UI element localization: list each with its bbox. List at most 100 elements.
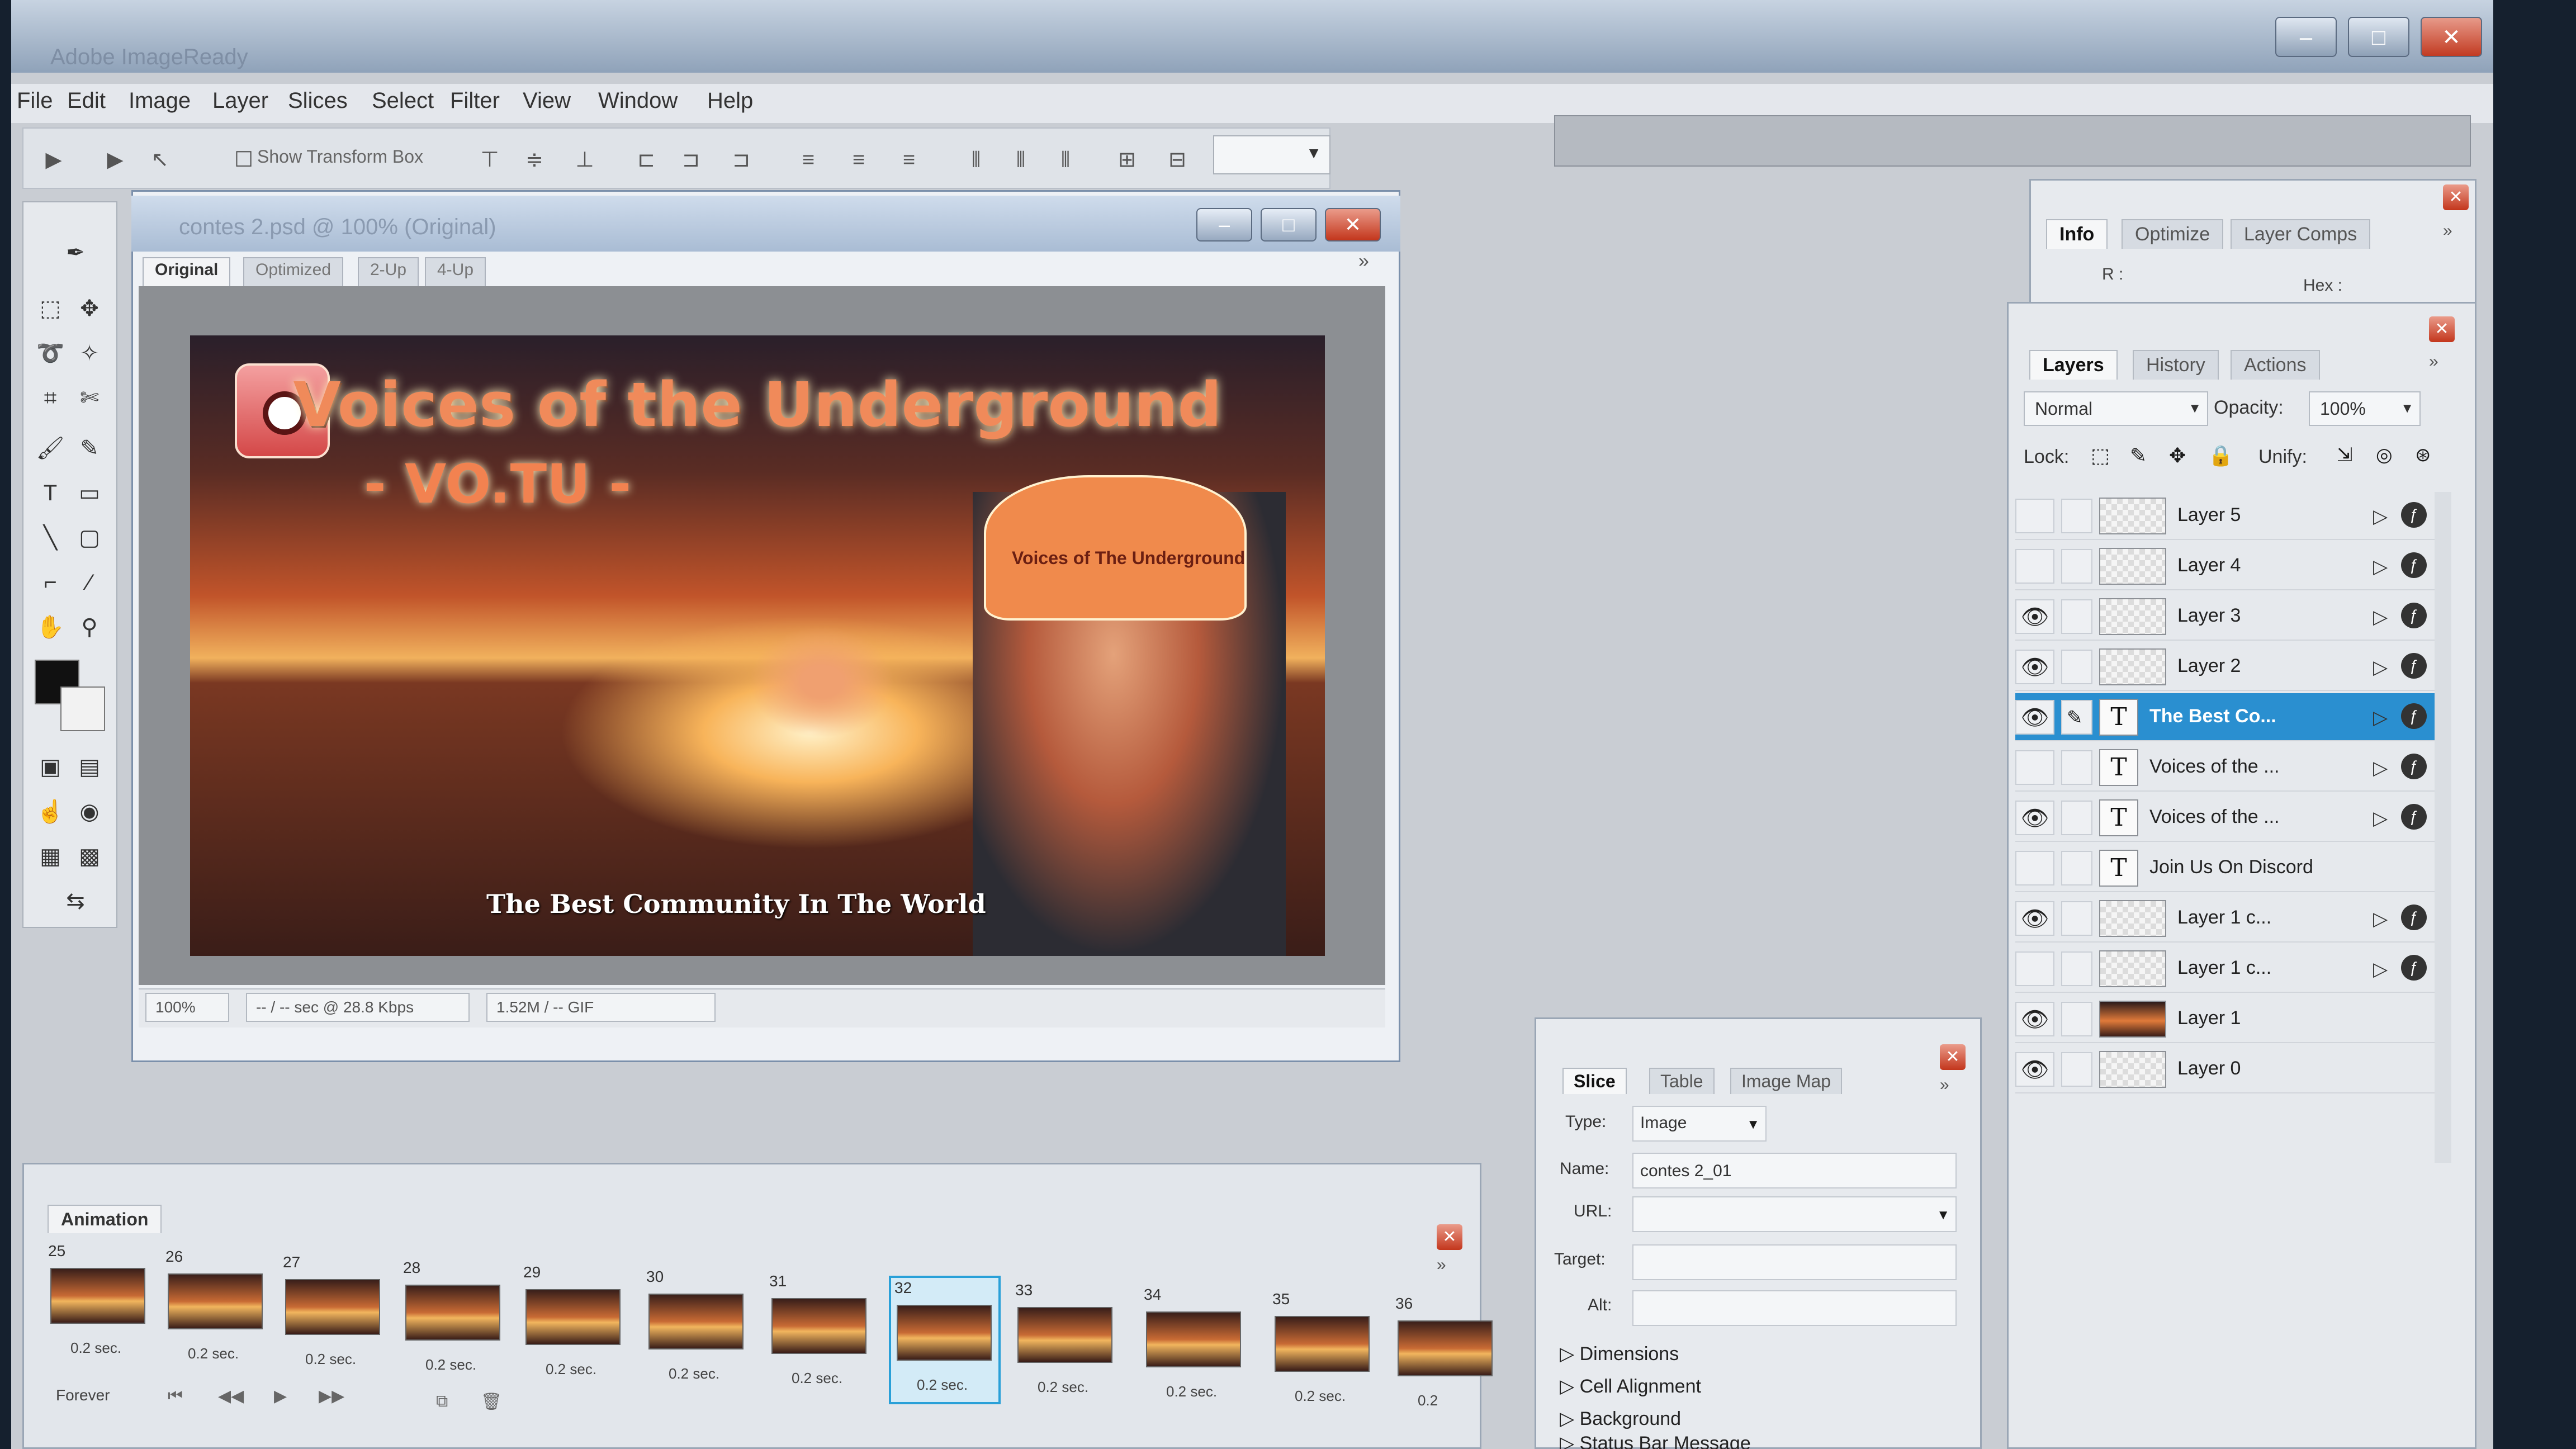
animation-menu-icon[interactable]: » [1437, 1256, 1446, 1275]
slice-select-alt-icon[interactable]: ▶ [101, 145, 130, 174]
type-tool-icon[interactable]: T [32, 475, 68, 511]
tab-layer-comps[interactable]: Layer Comps [2231, 219, 2371, 249]
layer-link-toggle[interactable] [2061, 1052, 2092, 1087]
layer-effects-icon[interactable]: ƒ [2401, 552, 2427, 578]
frame-delay-select[interactable]: 0.2 sec. [917, 1376, 968, 1394]
marquee-tool-icon[interactable]: ⬚ [32, 291, 68, 326]
expand-triangle-icon[interactable]: ▷ [2373, 908, 2388, 930]
first-frame-icon[interactable]: ⏮ [168, 1386, 183, 1405]
unify-style-icon[interactable]: ⊛ [2415, 444, 2431, 466]
layer-link-toggle[interactable] [2061, 901, 2092, 936]
distribute-center-icon[interactable]: ⫴ [1006, 145, 1035, 174]
tab-image-map[interactable]: Image Map [1730, 1068, 1843, 1094]
unify-visibility-icon[interactable]: ◎ [2376, 444, 2393, 466]
brush-tool-icon[interactable]: 🖌 [32, 430, 68, 466]
dimensions-section[interactable]: ▷ Dimensions [1560, 1343, 1679, 1365]
layer-visibility-toggle[interactable]: 👁 [2015, 1052, 2054, 1087]
animation-frame[interactable]: 35 0.2 sec. [1269, 1289, 1381, 1418]
animation-frame[interactable]: 32 0.2 sec. [889, 1276, 1001, 1404]
layer-visibility-toggle[interactable] [2015, 951, 2054, 986]
tab-history[interactable]: History [2133, 350, 2219, 380]
menu-layer[interactable]: Layer [212, 88, 268, 113]
tab-actions[interactable]: Actions [2231, 350, 2320, 380]
tab-4-up[interactable]: 4-Up [425, 257, 486, 286]
lock-all-icon[interactable]: 🔒 [2208, 444, 2233, 467]
expand-triangle-icon[interactable]: ▷ [2373, 958, 2388, 981]
target-input[interactable] [1632, 1244, 1957, 1280]
cell-alignment-section[interactable]: ▷ Cell Alignment [1560, 1375, 1701, 1398]
menu-file[interactable]: File [17, 88, 53, 113]
tab-optimize[interactable]: Optimize [2122, 219, 2224, 249]
shape-tool-icon[interactable]: ▢ [72, 520, 107, 556]
tab-optimized[interactable]: Optimized [243, 257, 344, 286]
image-map-tool-icon[interactable]: ▣ [32, 749, 68, 785]
layer-effects-icon[interactable]: ƒ [2401, 703, 2427, 729]
layer-row[interactable]: T Voices of the ... ▷ ƒ [2015, 744, 2451, 792]
tab-2-up[interactable]: 2-Up [358, 257, 419, 286]
align-left-icon[interactable]: ⊏ [632, 145, 661, 174]
tab-table[interactable]: Table [1649, 1068, 1715, 1094]
jump-to-photoshop-icon[interactable]: ⇆ [39, 883, 112, 919]
frame-delay-select[interactable]: 0.2 sec. [305, 1351, 356, 1368]
eyedropper-tool-icon[interactable]: ⁄ [72, 565, 107, 600]
slice-tool-icon[interactable]: ✄ [72, 380, 107, 416]
minimize-button[interactable]: – [2275, 17, 2337, 57]
layer-visibility-toggle[interactable]: 👁 [2015, 801, 2054, 835]
checkbox-icon[interactable]: ☐ [229, 145, 258, 174]
info-close-icon[interactable]: ✕ [2443, 184, 2469, 210]
pencil-tool-icon[interactable]: ✎ [72, 430, 107, 466]
expand-triangle-icon[interactable]: ▷ [2373, 505, 2388, 528]
layer-row[interactable]: Layer 5 ▷ ƒ [2015, 492, 2451, 540]
expand-triangle-icon[interactable]: ▷ [2373, 807, 2388, 830]
lasso-tool-icon[interactable]: ➰ [32, 335, 68, 371]
layer-link-toggle[interactable] [2061, 599, 2092, 634]
magic-wand-tool-icon[interactable]: ✧ [72, 335, 107, 371]
frame-delay-select[interactable]: 0.2 sec. [669, 1365, 719, 1382]
animation-frame[interactable]: 36 0.2 [1392, 1294, 1504, 1422]
animation-frame[interactable]: 25 0.2 sec. [45, 1241, 157, 1370]
maximize-button[interactable]: □ [2348, 17, 2409, 57]
line-tool-icon[interactable]: ╲ [32, 520, 68, 556]
layer-row[interactable]: 👁 Layer 0 [2015, 1045, 2451, 1093]
expand-triangle-icon[interactable]: ▷ [2373, 556, 2388, 578]
layer-link-toggle[interactable]: ✎ [2061, 700, 2092, 735]
layer-row[interactable]: 👁 T Voices of the ... ▷ ƒ [2015, 794, 2451, 842]
frame-delay-select[interactable]: 0.2 sec. [546, 1361, 596, 1378]
menu-slices[interactable]: Slices [288, 88, 348, 113]
info-menu-icon[interactable]: » [2443, 221, 2452, 240]
move-icon[interactable]: ↖ [145, 145, 174, 174]
expand-triangle-icon[interactable]: ▷ [2373, 606, 2388, 628]
align-center-icon[interactable]: ⊐ [676, 145, 705, 174]
alt-input[interactable] [1632, 1290, 1957, 1326]
layer-visibility-toggle[interactable]: 👁 [2015, 1002, 2054, 1036]
layer-link-toggle[interactable] [2061, 1002, 2092, 1036]
align-middle-icon[interactable]: ≑ [520, 145, 549, 174]
animation-frame[interactable]: 31 0.2 sec. [766, 1271, 878, 1400]
layer-link-toggle[interactable] [2061, 801, 2092, 835]
frame-delay-select[interactable]: 0.2 sec. [1038, 1379, 1088, 1396]
distribute-left-icon[interactable]: ⫴ [962, 145, 991, 174]
match-height-icon[interactable]: ⊟ [1163, 145, 1192, 174]
layer-visibility-toggle[interactable] [2015, 750, 2054, 785]
layer-effects-icon[interactable]: ƒ [2401, 905, 2427, 930]
layers-menu-icon[interactable]: » [2429, 352, 2438, 371]
frame-delay-select[interactable]: 0.2 sec. [188, 1345, 239, 1362]
layer-visibility-toggle[interactable]: 👁 [2015, 901, 2054, 936]
document-maximize-button[interactable]: □ [1261, 208, 1317, 242]
next-frame-icon[interactable]: ▶▶ [319, 1386, 344, 1406]
previous-frame-icon[interactable]: ◀◀ [218, 1386, 244, 1406]
layer-link-toggle[interactable] [2061, 650, 2092, 684]
layer-visibility-toggle[interactable]: 👁 [2015, 650, 2054, 684]
layer-link-toggle[interactable] [2061, 851, 2092, 886]
tab-slice[interactable]: Slice [1562, 1068, 1627, 1094]
menu-view[interactable]: View [523, 88, 571, 113]
zoom-tool-icon[interactable]: ⚲ [72, 609, 107, 645]
menu-window[interactable]: Window [598, 88, 678, 113]
animation-close-icon[interactable]: ✕ [1437, 1224, 1462, 1250]
layer-effects-icon[interactable]: ƒ [2401, 653, 2427, 679]
layer-link-toggle[interactable] [2061, 951, 2092, 986]
layers-scrollbar[interactable] [2435, 492, 2451, 1163]
menu-help[interactable]: Help [707, 88, 753, 113]
distribute-middle-icon[interactable]: ≡ [844, 145, 873, 174]
lock-brush-icon[interactable]: ✎ [2130, 444, 2147, 467]
